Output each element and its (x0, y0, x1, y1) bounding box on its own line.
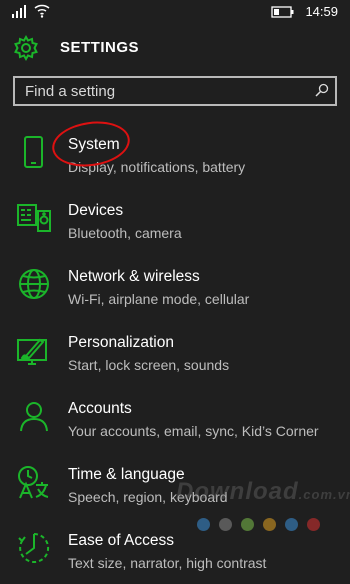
dot-icon (219, 518, 232, 531)
search-input[interactable] (25, 81, 305, 101)
phone-icon (24, 136, 43, 168)
search-box[interactable] (13, 76, 337, 106)
ease-of-access-icon (18, 532, 50, 563)
item-label: Devices (68, 202, 124, 219)
watermark-dots (197, 518, 320, 531)
status-bar: 14:59 (0, 0, 350, 24)
settings-item-devices[interactable]: Devices Bluetooth, camera (0, 194, 350, 254)
time-language-icon (18, 466, 49, 499)
settings-item-network-wireless[interactable]: Network & wireless Wi-Fi, airplane mode,… (0, 260, 350, 320)
devices-icon (17, 204, 51, 232)
item-description: Wi-Fi, airplane mode, cellular (68, 291, 250, 307)
paint-icon (17, 338, 47, 365)
watermark: Download.com.vn (176, 478, 350, 506)
clock: 14:59 (305, 4, 338, 19)
battery-icon (271, 5, 294, 18)
dot-icon (307, 518, 320, 531)
dot-icon (285, 518, 298, 531)
globe-icon (19, 269, 49, 299)
item-description: Your accounts, email, sync, Kid’s Corner (68, 423, 319, 439)
signal-icon (12, 5, 26, 18)
item-label: Time & language (68, 466, 185, 483)
gear-icon (14, 34, 38, 62)
item-label: Accounts (68, 400, 132, 417)
item-description: Start, lock screen, sounds (68, 357, 230, 373)
settings-item-personalization[interactable]: Personalization Start, lock screen, soun… (0, 326, 350, 386)
settings-item-system[interactable]: System Display, notifications, battery (0, 128, 350, 188)
item-label: Ease of Access (68, 532, 174, 549)
settings-item-accounts[interactable]: Accounts Your accounts, email, sync, Kid… (0, 392, 350, 452)
dot-icon (263, 518, 276, 531)
item-description: Text size, narrator, high contrast (68, 555, 267, 571)
settings-item-ease-of-access[interactable]: Ease of Access Text size, narrator, high… (0, 524, 350, 584)
watermark-suffix: .com.vn (298, 487, 350, 502)
item-label: Network & wireless (68, 268, 200, 285)
wifi-icon (34, 4, 50, 18)
page-header: SETTINGS (0, 30, 350, 66)
watermark-text: Download (176, 478, 299, 505)
person-icon (20, 402, 48, 432)
search-icon[interactable] (315, 83, 329, 97)
page-title: SETTINGS (60, 39, 140, 56)
dot-icon (197, 518, 210, 531)
item-label: Personalization (68, 334, 174, 351)
dot-icon (241, 518, 254, 531)
item-description: Bluetooth, camera (68, 225, 182, 241)
